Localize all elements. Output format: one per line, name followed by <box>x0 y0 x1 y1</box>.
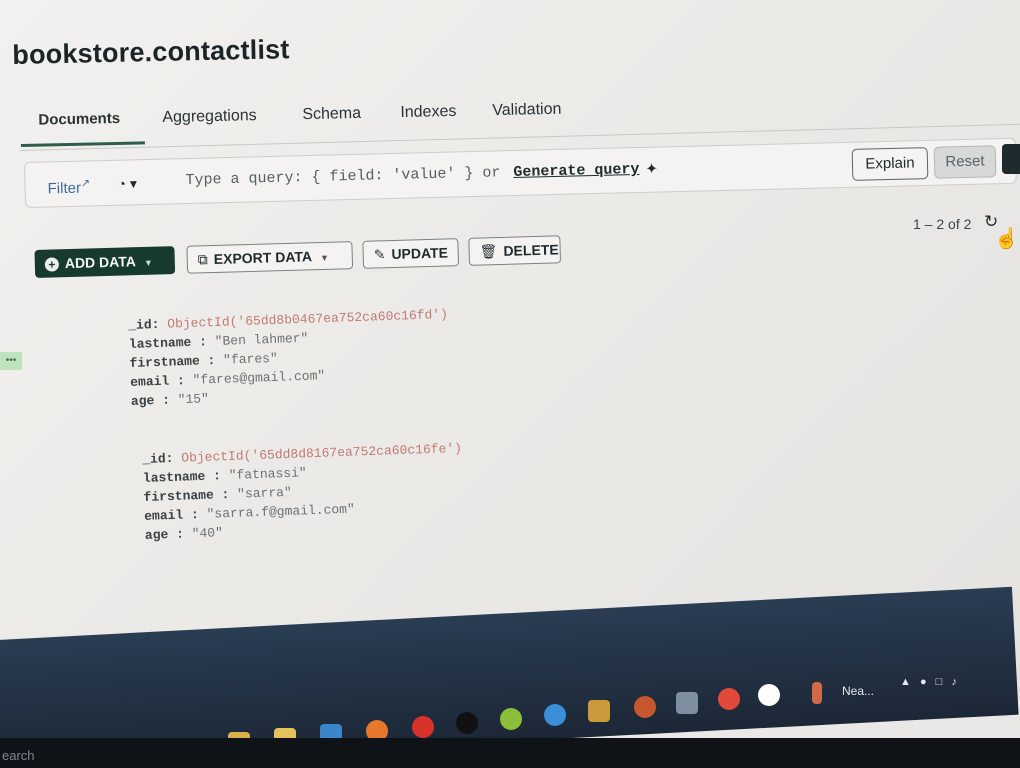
tab-bar: Documents Aggregations Schema Indexes Va… <box>20 85 721 152</box>
delete-label: DELETE <box>503 241 559 259</box>
tab-documents[interactable]: Documents <box>38 110 120 129</box>
export-data-button[interactable]: ⧉ EXPORT DATA ▼ <box>186 241 354 274</box>
reset-button[interactable]: Reset <box>933 145 997 179</box>
pencil-icon: ✎ <box>373 246 386 263</box>
collection-title: bookstore.contactlist <box>12 34 290 70</box>
app-orange-icon[interactable] <box>634 696 656 718</box>
update-label: UPDATE <box>391 244 449 263</box>
tab-indexes[interactable]: Indexes <box>400 103 456 122</box>
app-play-icon[interactable] <box>544 704 566 726</box>
document-card[interactable]: _id: ObjectId('65dd8d8167ea752ca60c16fe'… <box>142 441 465 547</box>
external-link-icon: ↗ <box>80 177 91 190</box>
monitor-bezel <box>0 738 1020 768</box>
taskbar-search[interactable]: earch <box>2 748 35 763</box>
sparkle-icon: ✦ <box>645 160 659 178</box>
trash-icon: 🗑 <box>479 243 498 260</box>
export-data-label: EXPORT DATA <box>213 248 313 267</box>
opera-icon[interactable] <box>412 716 434 738</box>
update-button[interactable]: ✎ UPDATE <box>362 238 460 269</box>
plus-circle-icon: + <box>44 257 60 272</box>
hand-cursor-icon: ☝ <box>994 228 1019 250</box>
query-input[interactable]: Type a query: { field: 'value' } or <box>185 164 505 189</box>
delete-button[interactable]: 🗑 DELETE <box>468 235 562 266</box>
system-tray-icons[interactable]: ▲ ● □ ♪ <box>900 676 960 688</box>
find-button[interactable] <box>1002 144 1020 174</box>
app-badge-icon[interactable] <box>588 700 610 722</box>
active-tab-indicator <box>20 141 145 147</box>
tab-validation[interactable]: Validation <box>492 101 561 120</box>
filter-link[interactable]: Filter↗ <box>47 176 90 197</box>
weather-icon <box>812 682 822 704</box>
weather-text[interactable]: Nea... <box>842 684 874 698</box>
app-green-icon[interactable] <box>500 708 522 730</box>
chevron-down-icon: ▼ <box>319 252 330 264</box>
expand-document-icon[interactable]: ••• <box>0 352 22 370</box>
add-data-label: ADD DATA <box>64 253 137 272</box>
tiktok-icon[interactable] <box>456 712 478 734</box>
app-mail-icon[interactable] <box>676 692 698 714</box>
chrome-icon[interactable] <box>718 688 740 710</box>
filter-label: Filter <box>47 179 82 198</box>
document-card[interactable]: _id: ObjectId('65dd8b0467ea752ca60c16fd'… <box>128 307 451 413</box>
generate-query-link[interactable]: Generate query <box>513 161 639 181</box>
explain-button[interactable]: Explain <box>851 147 929 181</box>
tab-schema[interactable]: Schema <box>302 105 361 124</box>
add-data-button[interactable]: + ADD DATA ▼ <box>34 246 176 278</box>
tab-aggregations[interactable]: Aggregations <box>162 107 257 127</box>
app-white-icon[interactable] <box>758 684 780 706</box>
document-toolbar: + ADD DATA ▼ ⧉ EXPORT DATA ▼ ✎ UPDATE 🗑 DELETE <box>34 217 635 284</box>
clock-icon[interactable]: ◔ ▾ <box>117 175 137 192</box>
chevron-down-icon: ▼ <box>143 257 153 268</box>
pagination-count: 1 – 2 of 2 <box>913 216 972 232</box>
export-icon: ⧉ <box>197 251 208 268</box>
